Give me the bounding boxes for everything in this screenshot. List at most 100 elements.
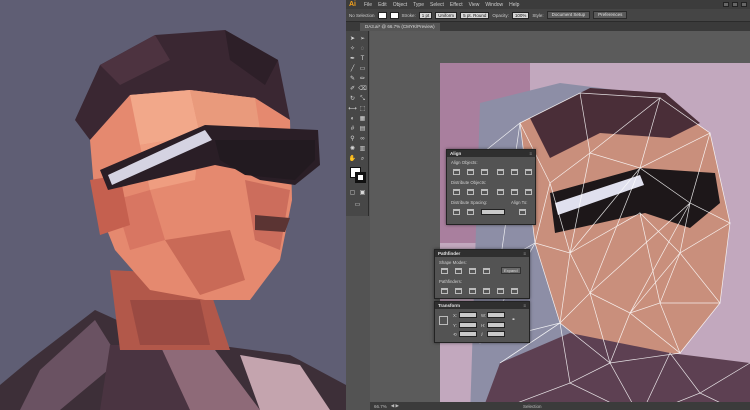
eraser-tool-icon[interactable]: ⌫ xyxy=(358,85,367,93)
horizontal-align-left-icon[interactable] xyxy=(453,169,460,175)
trim-icon[interactable] xyxy=(455,288,462,294)
align-to-selection-icon[interactable] xyxy=(519,209,526,215)
symbol-sprayer-tool-icon[interactable]: ✺ xyxy=(348,145,357,153)
opacity-field[interactable]: 100% xyxy=(511,11,530,19)
menu-edit[interactable]: Edit xyxy=(375,2,390,8)
exclude-icon[interactable] xyxy=(483,268,490,274)
h-field[interactable] xyxy=(487,322,505,328)
stroke-swatch[interactable] xyxy=(389,11,399,19)
eyedropper-tool-icon[interactable]: ⚲ xyxy=(348,135,357,143)
horizontal-distribute-space-icon[interactable] xyxy=(467,209,474,215)
distribute-right-icon[interactable] xyxy=(525,189,532,195)
selection-tool-icon[interactable]: ➤ xyxy=(348,35,357,43)
line-tool-icon[interactable]: ╱ xyxy=(348,65,357,73)
spacing-field[interactable] xyxy=(481,209,505,215)
brush-definition[interactable]: 5 pt. Round xyxy=(460,11,490,19)
column-graph-tool-icon[interactable]: ▥ xyxy=(358,145,367,153)
paintbrush-tool-icon[interactable]: ✎ xyxy=(348,75,357,83)
blend-tool-icon[interactable]: ∞ xyxy=(358,135,367,143)
zoom-level[interactable]: 66.7% xyxy=(374,404,387,409)
width-tool-icon[interactable]: ⟷ xyxy=(348,105,357,113)
shear-field[interactable] xyxy=(487,331,505,337)
minimize-button[interactable] xyxy=(723,2,729,7)
distribute-hcenter-icon[interactable] xyxy=(511,189,518,195)
reference-point-icon[interactable] xyxy=(439,316,448,325)
document-tab[interactable]: DA3.ai* @ 66.7% (CMYK/Preview) xyxy=(360,23,440,31)
unite-icon[interactable] xyxy=(441,268,448,274)
perspective-grid-tool-icon[interactable]: ▦ xyxy=(358,115,367,123)
screen-mode-icon[interactable]: ▭ xyxy=(353,201,362,209)
y-field[interactable] xyxy=(459,322,477,328)
rotate-tool-icon[interactable]: ↻ xyxy=(348,95,357,103)
artboard[interactable] xyxy=(440,63,750,410)
distribute-bottom-icon[interactable] xyxy=(481,189,488,195)
minus-back-icon[interactable] xyxy=(511,288,518,294)
stroke-swatch-large[interactable] xyxy=(355,172,366,183)
menu-object[interactable]: Object xyxy=(390,2,410,8)
distribute-top-icon[interactable] xyxy=(453,189,460,195)
direct-selection-tool-icon[interactable]: ➢ xyxy=(358,35,367,43)
horizontal-align-center-icon[interactable] xyxy=(467,169,474,175)
x-field[interactable] xyxy=(459,312,477,318)
outline-icon[interactable] xyxy=(497,288,504,294)
menu-select[interactable]: Select xyxy=(427,2,447,8)
type-tool-icon[interactable]: T xyxy=(358,55,367,63)
distribute-left-icon[interactable] xyxy=(497,189,504,195)
merge-icon[interactable] xyxy=(469,288,476,294)
draw-normal-icon[interactable]: ▢ xyxy=(348,189,357,197)
draw-behind-icon[interactable]: ▣ xyxy=(358,189,367,197)
magic-wand-tool-icon[interactable]: ✧ xyxy=(348,45,357,53)
menu-help[interactable]: Help xyxy=(506,2,522,8)
menu-view[interactable]: View xyxy=(466,2,483,8)
vertical-align-center-icon[interactable] xyxy=(511,169,518,175)
close-button[interactable] xyxy=(741,2,747,7)
pathfinder-panel-tab[interactable]: Pathfinder xyxy=(438,251,460,256)
menu-window[interactable]: Window xyxy=(482,2,506,8)
blob-brush-tool-icon[interactable]: ✐ xyxy=(348,85,357,93)
pen-tool-icon[interactable]: ✒ xyxy=(348,55,357,63)
fill-stroke-swatches[interactable] xyxy=(350,167,366,183)
intersect-icon[interactable] xyxy=(469,268,476,274)
panel-menu-icon[interactable]: ≡ xyxy=(523,251,526,256)
fill-swatch[interactable] xyxy=(377,11,387,19)
vertical-align-top-icon[interactable] xyxy=(497,169,504,175)
vertical-distribute-space-icon[interactable] xyxy=(453,209,460,215)
align-panel-tab[interactable]: Align xyxy=(450,151,461,156)
pencil-tool-icon[interactable]: ✏ xyxy=(358,75,367,83)
panel-menu-icon[interactable]: ≡ xyxy=(523,303,526,308)
expand-button[interactable]: Expand xyxy=(501,267,521,274)
rotate-angle-icon[interactable]: ⟲ xyxy=(453,332,457,338)
menu-file[interactable]: File xyxy=(361,2,375,8)
distribute-spacing-label: Distribute Spacing: xyxy=(451,200,488,205)
rotate-field[interactable] xyxy=(459,331,477,337)
panel-menu-icon[interactable]: ≡ xyxy=(529,151,532,156)
w-field[interactable] xyxy=(487,312,505,318)
minus-front-icon[interactable] xyxy=(455,268,462,274)
menu-effect[interactable]: Effect xyxy=(447,2,466,8)
document-setup-button[interactable]: Document Setup xyxy=(546,11,591,19)
rectangle-tool-icon[interactable]: ▭ xyxy=(358,65,367,73)
horizontal-align-right-icon[interactable] xyxy=(481,169,488,175)
variable-width-profile[interactable]: Uniform xyxy=(435,11,458,19)
scale-tool-icon[interactable]: ⤡ xyxy=(358,95,367,103)
shape-builder-tool-icon[interactable]: ◐ xyxy=(348,115,357,123)
distribute-vcenter-icon[interactable] xyxy=(467,189,474,195)
shear-angle-icon[interactable]: ⫽ xyxy=(481,332,483,337)
constrain-proportions-icon[interactable]: ⚭ xyxy=(509,316,518,324)
preferences-button[interactable]: Preferences xyxy=(593,11,628,19)
hand-tool-icon[interactable]: ✋ xyxy=(348,155,357,163)
vertical-align-bottom-icon[interactable] xyxy=(525,169,532,175)
transform-panel-tab[interactable]: Transform xyxy=(438,303,460,308)
free-transform-tool-icon[interactable]: ⬚ xyxy=(358,105,367,113)
stroke-weight-field[interactable]: 1 pt xyxy=(418,11,433,19)
menu-type[interactable]: Type xyxy=(410,2,427,8)
artboard-navigation[interactable]: ◀ ▶ xyxy=(391,403,399,409)
zoom-tool-icon[interactable]: ⌕ xyxy=(358,155,367,163)
crop-icon[interactable] xyxy=(483,288,490,294)
maximize-button[interactable] xyxy=(732,2,738,7)
gradient-tool-icon[interactable]: ▤ xyxy=(358,125,367,133)
canvas-area[interactable]: Align ≡ Align Objects: Distribute Object… xyxy=(370,31,750,410)
divide-icon[interactable] xyxy=(441,288,448,294)
mesh-tool-icon[interactable]: # xyxy=(348,125,357,133)
lasso-tool-icon[interactable]: ◌ xyxy=(358,45,367,53)
